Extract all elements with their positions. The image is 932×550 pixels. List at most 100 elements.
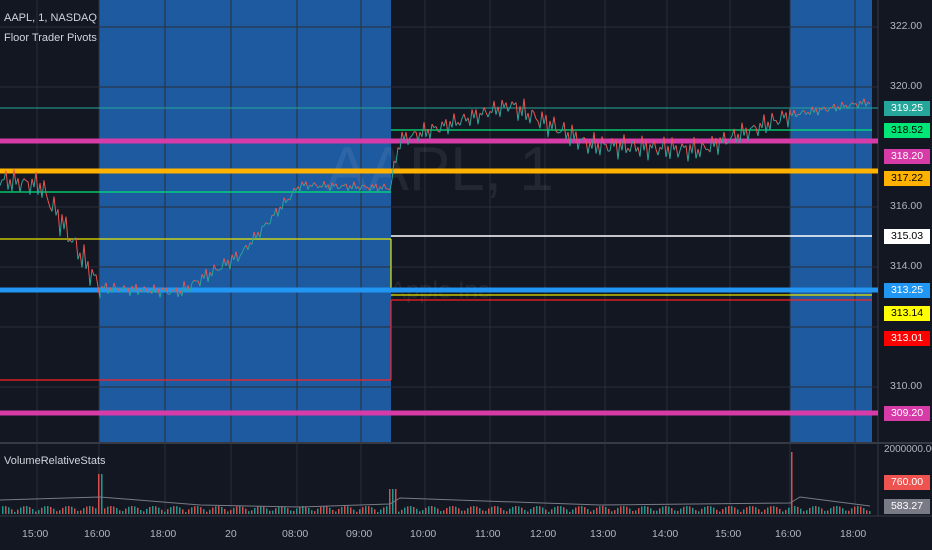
volume-bar [527,511,529,514]
volume-bar [707,506,709,514]
price-axis-tick: 310.00 [890,380,923,392]
volume-bar [368,506,370,514]
time-axis-tick: 16:00 [84,528,111,540]
volume-bar [683,506,685,514]
volume-bar [263,506,265,514]
volume-bar [407,506,409,514]
volume-bar [659,508,661,514]
volume-bar [833,506,835,514]
volume-bar [83,508,85,514]
volume-bar [170,507,172,514]
volume-bar [446,508,448,514]
volume-bar [662,506,664,514]
volume-bar [104,508,106,514]
volume-bar [575,507,577,514]
volume-bar [821,508,823,514]
volume-bar [722,509,724,514]
volume-bar [479,508,481,514]
volume-bar [590,511,592,514]
price-candle [365,186,369,189]
volume-bar [416,508,418,514]
price-candle [215,269,219,271]
volume-bar [437,508,439,514]
volume-bar [434,506,436,514]
volume-bar [704,506,706,514]
chart-canvas[interactable]: AAPL, 1Apple Inc [0,0,932,550]
volume-indicator-legend[interactable]: VolumeRelativeStats [4,455,106,467]
volume-bar [584,507,586,514]
price-axis-tick: 316.00 [890,200,923,212]
volume-bar [224,508,226,514]
volume-bar [8,507,10,514]
volume-bar [323,506,325,514]
volume-bar [566,509,568,514]
volume-bar [107,506,109,514]
volume-bar [68,506,70,514]
volume-bar [614,510,616,514]
volume-bar [482,510,484,514]
volume-bar [215,506,217,514]
volume-bar [320,506,322,514]
volume-bar [623,506,625,514]
volume-bar [569,511,571,514]
volume-bar [374,509,376,514]
volume-bar [800,508,802,514]
volume-bar [845,510,847,514]
volume-bar [47,506,49,514]
volume-bar [824,510,826,514]
volume-bar [521,507,523,514]
volume-axis-top: 2000000.00 [884,444,932,455]
volume-bar [641,506,643,514]
price-axis-tick: 320.00 [890,80,923,92]
volume-bar [668,506,670,514]
volume-bar [836,506,838,514]
pivot-price-tag: 313.25 [884,283,930,298]
volume-bar [686,506,688,514]
volume-bar [689,506,691,514]
volume-bar [422,510,424,514]
volume-average-line [0,496,871,508]
volume-bar [755,507,757,514]
volume-bar [404,507,406,514]
volume-relative-tag: 760.00 [884,475,930,490]
volume-bar [14,511,16,514]
volume-bar [461,510,463,514]
pivot-price-tag: 315.03 [884,229,930,244]
volume-bar [365,506,367,514]
volume-bar [386,506,388,514]
volume-bar [617,507,619,514]
volume-bar [605,506,607,514]
volume-bar [89,506,91,514]
volume-bar [59,510,61,514]
volume-bar [632,510,634,514]
volume-bar [305,506,307,514]
volume-bar [842,508,844,514]
volume-bar [587,509,589,514]
volume-bar [287,508,289,514]
volume-bar [176,506,178,514]
volume-bar [713,507,715,514]
volume-bar [791,452,793,514]
volume-bar [512,506,514,514]
volume-bar [239,506,241,514]
volume-bar [596,507,598,514]
volume-bar [620,506,622,514]
volume-bar [602,506,604,514]
pivot-price-tag: 319.25 [884,101,930,116]
volume-bar [401,509,403,514]
time-axis-tick: 15:00 [715,528,742,540]
time-axis-tick: 10:00 [410,528,437,540]
volume-bar [137,507,139,514]
pivot-indicator-legend[interactable]: Floor Trader Pivots [4,32,97,44]
volume-bar [119,510,121,514]
volume-bar [773,506,775,514]
volume-bar [539,506,541,514]
volume-bar [860,506,862,514]
volume-bar [557,506,559,514]
volume-bar [113,506,115,514]
volume-bar [815,506,817,514]
volume-bar [665,506,667,514]
volume-bar [254,507,256,514]
volume-bar [611,511,613,514]
symbol-legend[interactable]: AAPL, 1, NASDAQ [4,12,97,24]
